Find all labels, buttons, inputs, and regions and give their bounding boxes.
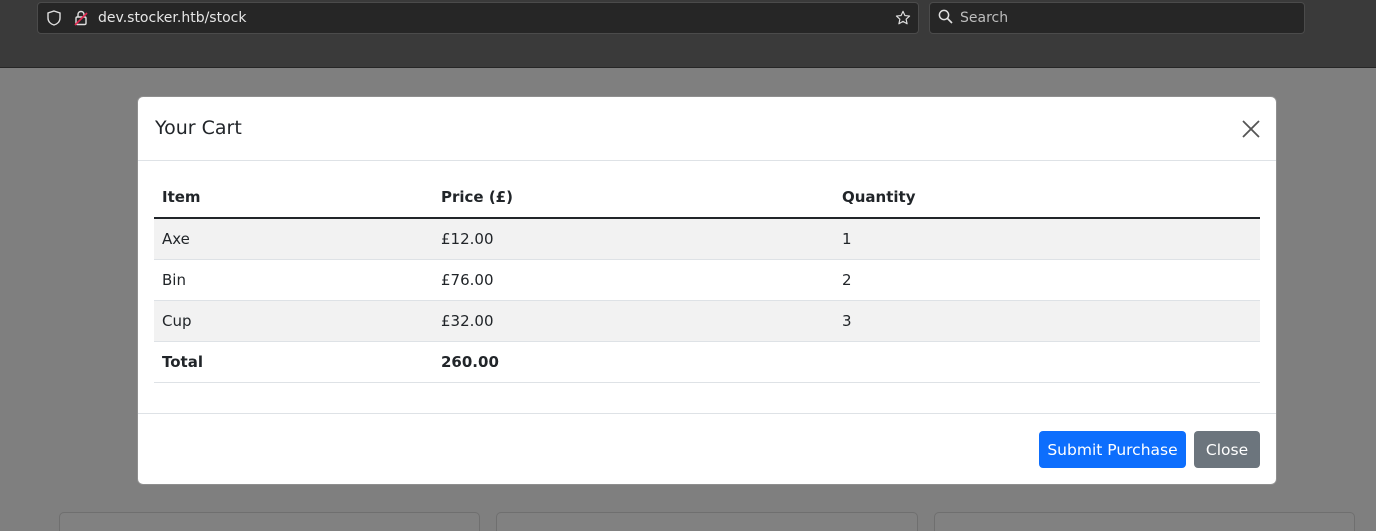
item-quantity: 3 <box>834 300 1260 342</box>
total-value: 260.00 <box>433 341 834 383</box>
modal-body: Item Price (£) Quantity Axe £12.00 1 Bin… <box>138 177 1276 383</box>
close-icon[interactable] <box>1240 118 1262 140</box>
table-row: Bin £76.00 2 <box>154 259 1260 301</box>
url-bar[interactable]: dev.stocker.htb/stock <box>37 2 919 34</box>
item-quantity: 1 <box>834 218 1260 260</box>
background-card <box>59 512 480 531</box>
close-button[interactable]: Close <box>1194 431 1260 468</box>
item-name: Bin <box>154 259 433 301</box>
total-row: Total 260.00 <box>154 341 1260 383</box>
total-empty-cell <box>834 341 1260 383</box>
table-row: Axe £12.00 1 <box>154 218 1260 260</box>
background-card <box>934 512 1355 531</box>
item-price: £12.00 <box>433 218 834 260</box>
item-name: Axe <box>154 218 433 260</box>
item-price: £76.00 <box>433 259 834 301</box>
item-name: Cup <box>154 300 433 342</box>
table-row: Cup £32.00 3 <box>154 300 1260 342</box>
modal-footer: Submit Purchase Close <box>138 413 1276 485</box>
table-header-row: Item Price (£) Quantity <box>154 177 1260 219</box>
background-card <box>496 512 918 531</box>
modal-title: Your Cart <box>155 117 242 139</box>
submit-purchase-button[interactable]: Submit Purchase <box>1039 431 1186 468</box>
search-bar[interactable]: Search <box>929 2 1305 34</box>
item-quantity: 2 <box>834 259 1260 301</box>
shield-icon[interactable] <box>46 10 62 26</box>
search-icon <box>938 9 953 28</box>
modal-header: Your Cart <box>138 97 1276 161</box>
cart-table: Item Price (£) Quantity Axe £12.00 1 Bin… <box>154 177 1260 383</box>
browser-toolbar: dev.stocker.htb/stock Search <box>0 0 1376 68</box>
column-header-price: Price (£) <box>433 177 834 219</box>
cart-modal: Your Cart Item Price (£) Quantity Axe £1… <box>137 96 1277 485</box>
bookmark-star-icon[interactable] <box>895 10 911 26</box>
item-price: £32.00 <box>433 300 834 342</box>
column-header-item: Item <box>154 177 433 219</box>
search-input[interactable]: Search <box>960 10 1008 26</box>
url-text[interactable]: dev.stocker.htb/stock <box>98 10 246 26</box>
column-header-quantity: Quantity <box>834 177 1260 219</box>
total-label: Total <box>154 341 433 383</box>
insecure-lock-icon[interactable] <box>73 10 89 26</box>
